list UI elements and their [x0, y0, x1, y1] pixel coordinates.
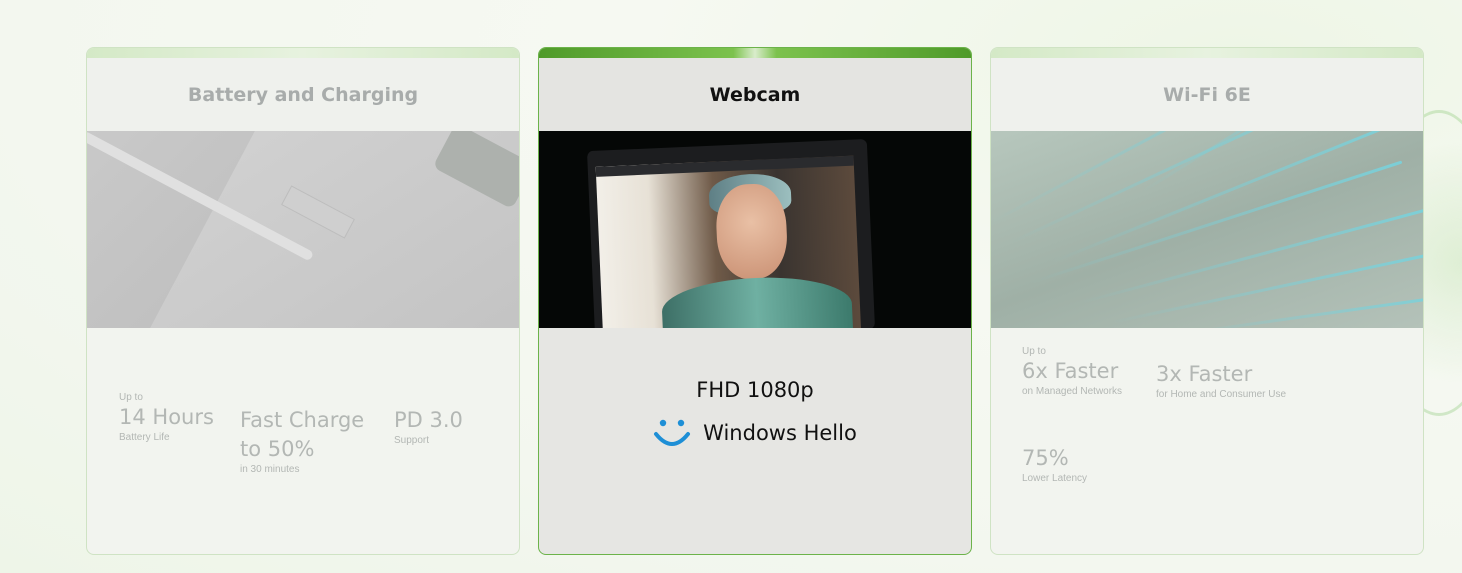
wifi-stats: Up to 6x Faster on Managed Networks 3x F… — [991, 328, 1423, 554]
stat-prefix: Up to — [1022, 346, 1046, 357]
feature-windows-hello: Windows Hello — [539, 416, 971, 450]
card-accent-bar — [87, 48, 519, 58]
stat-managed-networks: Up to 6x Faster on Managed Networks — [1022, 346, 1122, 397]
card-title: Battery and Charging — [87, 58, 519, 131]
card-webcam[interactable]: Webcam FHD 1080p Windows Hello — [538, 47, 972, 555]
stat-caption: Support — [394, 435, 430, 446]
webcam-image — [539, 131, 971, 328]
stat-caption: Lower Latency — [1022, 473, 1088, 484]
stat-prefix: Up to — [119, 392, 143, 403]
stat-fast-charge: Fast Charge to 50% in 30 minutes — [240, 406, 380, 475]
stat-caption: on Managed Networks — [1022, 386, 1123, 397]
battery-stats: Up to 14 Hours Battery Life Fast Charge … — [87, 328, 519, 554]
card-title: Webcam — [539, 58, 971, 131]
stat-value: Fast Charge to 50% — [240, 408, 365, 461]
feature-label: Windows Hello — [703, 421, 857, 445]
stat-home-consumer: 3x Faster for Home and Consumer Use — [1156, 360, 1286, 400]
stat-pd: PD 3.0 Support — [394, 406, 463, 446]
stat-caption: Battery Life — [119, 432, 170, 443]
card-title: Wi-Fi 6E — [991, 58, 1423, 131]
webcam-features: FHD 1080p Windows Hello — [539, 378, 971, 450]
feature-fhd: FHD 1080p — [696, 378, 814, 402]
stat-latency: 75% Lower Latency — [1022, 444, 1087, 484]
stat-battery-life: Up to 14 Hours Battery Life — [119, 392, 214, 443]
card-battery-and-charging[interactable]: Battery and Charging Up to 14 Hours Batt… — [86, 47, 520, 555]
wifi-image — [991, 131, 1423, 328]
stat-caption: in 30 minutes — [240, 464, 300, 475]
stat-value: 75% — [1022, 446, 1069, 470]
card-wifi-6e[interactable]: Wi-Fi 6E Up to 6x Faster on Managed Netw… — [990, 47, 1424, 555]
stat-value: PD 3.0 — [394, 408, 463, 432]
stat-caption: for Home and Consumer Use — [1156, 389, 1287, 400]
stat-value: 3x Faster — [1156, 362, 1253, 386]
battery-image — [87, 131, 519, 328]
card-accent-bar — [539, 48, 971, 58]
card-accent-bar — [991, 48, 1423, 58]
stat-value: 14 Hours — [119, 405, 214, 429]
stat-value: 6x Faster — [1022, 359, 1119, 383]
windows-hello-smiley-icon — [654, 419, 691, 446]
